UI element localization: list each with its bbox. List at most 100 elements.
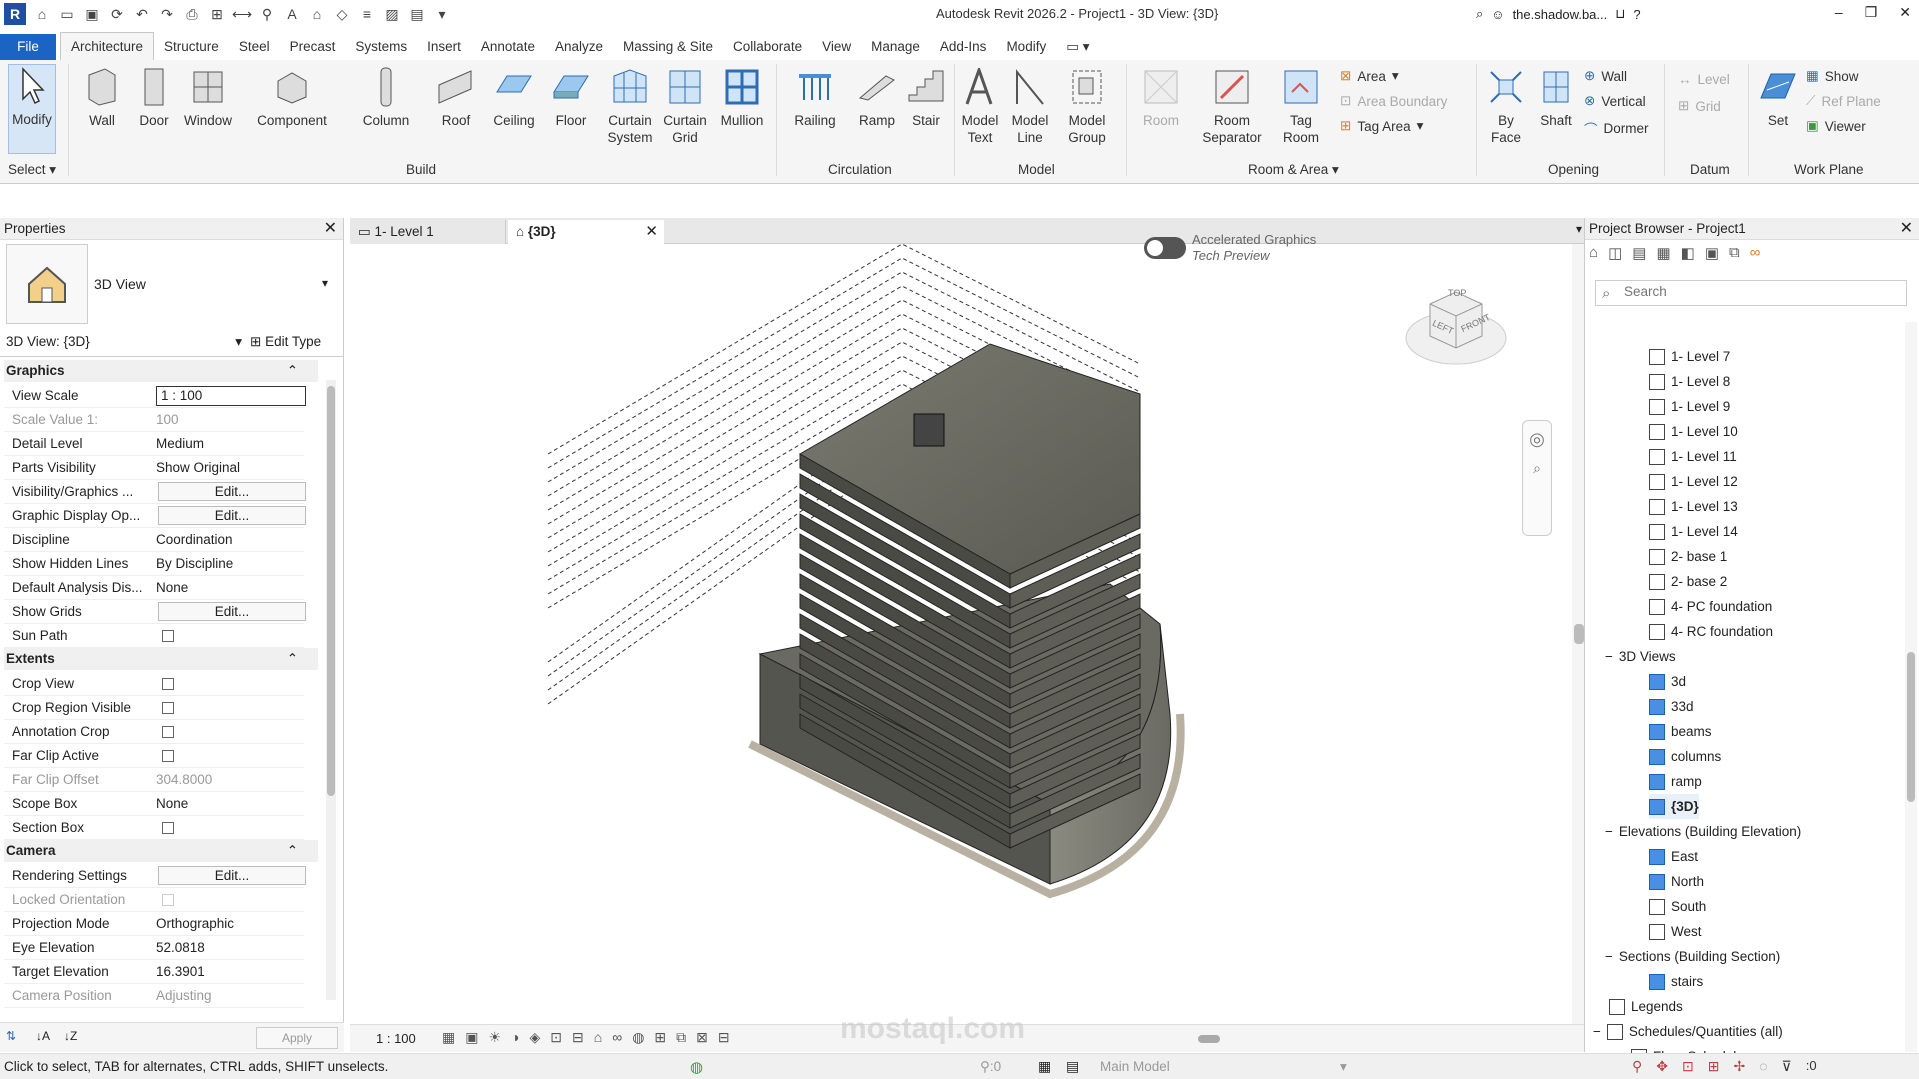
property-value[interactable]: 304.8000 (156, 768, 212, 792)
room-area-group-label[interactable]: Room & Area ▾ (1248, 162, 1339, 178)
analytical-icon[interactable]: ⊠ (696, 1029, 708, 1046)
cube-top-label[interactable]: TOP (1448, 288, 1466, 298)
collapse-icon[interactable]: ⌃ (287, 360, 298, 382)
ramp-button[interactable]: Ramp (852, 66, 902, 129)
railing-button[interactable]: Railing (786, 66, 844, 129)
wall-button[interactable]: Wall (80, 66, 124, 129)
zoom-icon[interactable]: ⌕ (1523, 460, 1551, 477)
tree-item[interactable]: ramp (1649, 769, 1702, 794)
window-button[interactable]: Window (180, 66, 236, 129)
property-checkbox[interactable] (162, 630, 174, 642)
floor-button[interactable]: Floor (546, 66, 596, 129)
open-icon[interactable]: ▭ (58, 5, 76, 23)
type-dropdown-icon[interactable]: ▾ (322, 276, 328, 290)
browser-group-icon[interactable]: ▣ (1705, 244, 1719, 262)
tree-item[interactable]: 2- base 1 (1649, 544, 1727, 569)
select-pinned-icon[interactable]: ⊡ (1682, 1058, 1694, 1075)
property-checkbox[interactable] (162, 822, 174, 834)
collapse-toggle-icon[interactable]: − (1593, 1019, 1601, 1044)
model-dropdown-icon[interactable]: ▾ (1340, 1059, 1347, 1075)
main-model-selector[interactable]: Main Model (1100, 1059, 1170, 1074)
select-underlay-icon[interactable]: ✥ (1656, 1058, 1668, 1075)
browser-sheet-icon[interactable]: ▤ (1632, 244, 1646, 262)
close-browser-icon[interactable]: ✕ (1900, 218, 1913, 240)
model-text-button[interactable]: Model Text (958, 66, 1002, 146)
tree-item[interactable]: 4- PC foundation (1649, 594, 1772, 619)
browser-scrollbar[interactable] (1905, 322, 1917, 1052)
tree-item[interactable]: {3D} (1649, 794, 1699, 819)
worksharing-icon[interactable]: ⧉ (676, 1029, 686, 1046)
user-name[interactable]: the.shadow.ba... (1513, 7, 1608, 22)
tab-view[interactable]: View (812, 34, 861, 60)
measure-icon[interactable]: ⊞ (208, 5, 226, 23)
tree-item[interactable]: columns (1649, 744, 1721, 769)
mullion-button[interactable]: Mullion (714, 66, 770, 129)
property-checkbox[interactable] (162, 726, 174, 738)
tree-item[interactable]: Legends (1609, 994, 1683, 1019)
tab-architecture[interactable]: Architecture (60, 32, 155, 60)
property-value[interactable]: 100 (156, 408, 179, 432)
component-button[interactable]: Component (250, 66, 334, 129)
browser-home-icon[interactable]: ⌂ (1589, 244, 1598, 262)
tree-item[interactable]: South (1649, 894, 1706, 919)
redo-icon[interactable]: ↷ (158, 5, 176, 23)
model-line-button[interactable]: Model Line (1008, 66, 1052, 146)
design-options-icon[interactable]: ▦ (1038, 1058, 1051, 1075)
edit-button[interactable]: Edit... (158, 602, 306, 621)
revit-logo-icon[interactable]: R (4, 3, 26, 25)
tree-folder[interactable]: −3D Views (1605, 644, 1676, 669)
minimize-icon[interactable]: – (1835, 4, 1843, 21)
tree-folder[interactable]: − Elevations (Building Elevation) (1605, 819, 1801, 844)
select-by-face-icon[interactable]: ⊞ (1708, 1058, 1720, 1075)
roof-button[interactable]: Roof (430, 66, 482, 129)
ribbon-display-icon[interactable]: ▭ ▾ (1056, 34, 1099, 60)
tree-item[interactable]: 4- RC foundation (1649, 619, 1773, 644)
tab-3d[interactable]: ⌂ {3D} ✕ (508, 220, 664, 244)
tab-steel[interactable]: Steel (229, 34, 280, 60)
tag-room-button[interactable]: Tag Room (1276, 66, 1326, 146)
edit-type-button[interactable]: ⊞ Edit Type (250, 334, 321, 350)
tab-collaborate[interactable]: Collaborate (723, 34, 812, 60)
tree-folder[interactable]: − Schedules/Quantities (all) (1593, 1019, 1783, 1044)
temp-hide-icon[interactable]: ∞ (612, 1029, 622, 1046)
tab-level-1[interactable]: ▭ 1- Level 1 (350, 220, 506, 244)
sort-za-icon[interactable]: ↓Z (64, 1029, 77, 1043)
property-value[interactable]: Show Original (156, 456, 240, 480)
tree-item[interactable]: North (1649, 869, 1704, 894)
property-checkbox[interactable] (162, 894, 174, 906)
edit-button[interactable]: Edit... (158, 506, 306, 525)
property-value[interactable]: 1 : 100 (156, 386, 306, 406)
property-value[interactable]: Orthographic (156, 912, 234, 936)
property-value[interactable]: Coordination (156, 528, 233, 552)
tree-item[interactable]: 1- Level 9 (1649, 394, 1730, 419)
tab-annotate[interactable]: Annotate (471, 34, 545, 60)
shaft-button[interactable]: Shaft (1534, 66, 1578, 129)
restore-icon[interactable]: ❐ (1865, 4, 1878, 21)
save-icon[interactable]: ▣ (83, 5, 101, 23)
edit-button[interactable]: Edit... (158, 482, 306, 501)
tree-item[interactable]: 1- Level 8 (1649, 369, 1730, 394)
apply-button[interactable]: Apply (256, 1027, 338, 1049)
tab-massing-site[interactable]: Massing & Site (613, 34, 723, 60)
room-separator-button[interactable]: Room Separator (1198, 66, 1266, 146)
tree-item[interactable]: 1- Level 10 (1649, 419, 1738, 444)
3d-viewport[interactable]: Accelerated Graphics Tech Preview TOP LEF… (350, 232, 1588, 1024)
tab-analyze[interactable]: Analyze (545, 34, 613, 60)
browser-scroll-thumb[interactable] (1907, 652, 1915, 802)
collapse-toggle-icon[interactable]: − (1605, 944, 1613, 969)
help-icon[interactable]: ? (1633, 7, 1640, 22)
select-links-icon[interactable]: ⚲ (1632, 1058, 1642, 1075)
tab-file[interactable]: File (0, 34, 56, 60)
background-process-icon[interactable]: ◌ (1759, 1058, 1767, 1075)
close-window-icon[interactable]: ✕ (1899, 4, 1911, 21)
reveal-hidden-icon[interactable]: ◍ (632, 1029, 644, 1046)
instance-selector[interactable]: 3D View: {3D} ▾ (6, 334, 242, 349)
drag-elements-icon[interactable]: ✢ (1733, 1058, 1745, 1075)
tree-item[interactable]: West (1649, 919, 1702, 944)
wall-opening-button[interactable]: ⊕ Wall (1584, 68, 1627, 84)
tab-manage[interactable]: Manage (861, 34, 930, 60)
edit-button[interactable]: Edit... (158, 866, 306, 885)
close-properties-icon[interactable]: ✕ (324, 218, 337, 240)
property-value[interactable]: 52.0818 (156, 936, 205, 960)
hscroll-thumb[interactable] (1198, 1035, 1220, 1043)
